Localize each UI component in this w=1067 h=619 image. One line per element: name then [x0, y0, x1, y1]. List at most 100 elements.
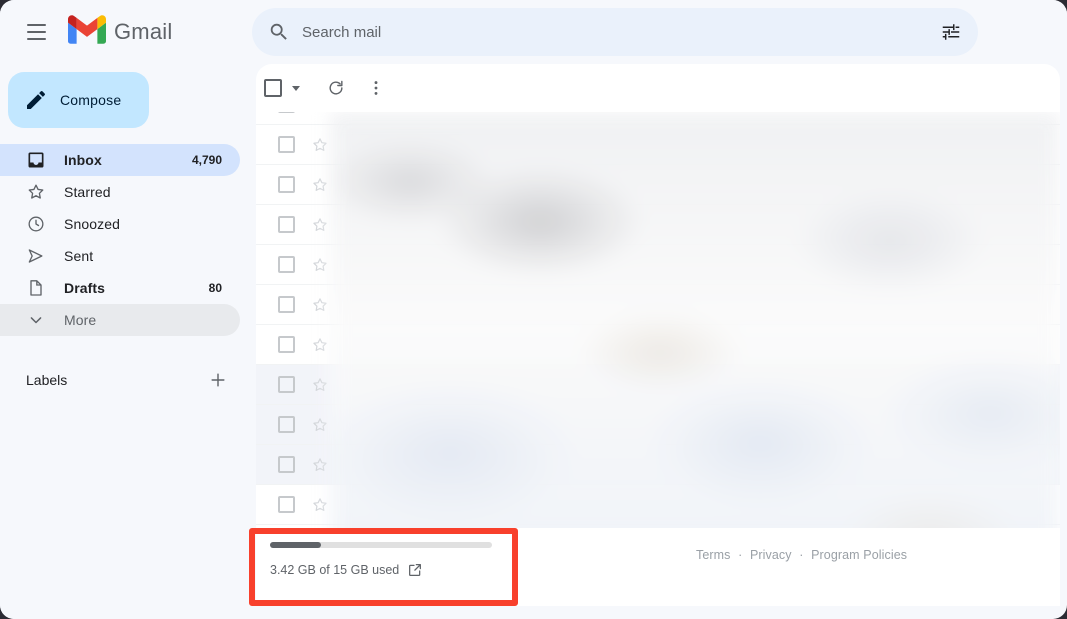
- checkbox-icon[interactable]: [278, 296, 295, 313]
- external-link-icon[interactable]: [407, 562, 423, 578]
- checkbox-icon[interactable]: [278, 376, 295, 393]
- drafts-count: 80: [208, 281, 222, 295]
- mail-row-content: [341, 405, 1060, 444]
- mail-row[interactable]: [256, 405, 1060, 445]
- mail-list-scroll-area[interactable]: [256, 112, 1060, 596]
- mail-row-content: [341, 365, 1060, 404]
- send-icon: [26, 246, 46, 266]
- checkbox-icon[interactable]: [278, 112, 295, 113]
- three-dot-menu-icon[interactable]: [358, 70, 394, 106]
- separator: ·: [799, 548, 804, 562]
- storage-usage[interactable]: 3.42 GB of 15 GB used: [270, 542, 500, 578]
- mail-row[interactable]: [256, 125, 1060, 165]
- storage-progress-fill: [270, 542, 321, 548]
- mail-row-content: [341, 125, 1060, 164]
- checkbox-icon[interactable]: [278, 336, 295, 353]
- mail-row[interactable]: [256, 205, 1060, 245]
- star-outline-icon[interactable]: [311, 416, 329, 434]
- document-icon: [26, 278, 46, 298]
- mail-row[interactable]: [256, 485, 1060, 525]
- sidebar-nav: Inbox 4,790 Starred Snoozed Sent Drafts …: [0, 144, 248, 336]
- storage-usage-line: 3.42 GB of 15 GB used: [270, 562, 500, 578]
- search-icon: [268, 21, 290, 43]
- compose-button[interactable]: Compose: [8, 72, 149, 128]
- clock-icon: [26, 214, 46, 234]
- star-outline-icon[interactable]: [311, 336, 329, 354]
- inbox-count: 4,790: [191, 153, 222, 167]
- app-title: Gmail: [114, 19, 173, 44]
- inbox-icon: [26, 150, 46, 170]
- star-outline-icon[interactable]: [311, 376, 329, 394]
- privacy-link[interactable]: Privacy: [750, 548, 792, 562]
- mail-row[interactable]: [256, 112, 1060, 125]
- mail-row-content: [341, 165, 1060, 204]
- sidebar-item-inbox[interactable]: Inbox 4,790: [0, 144, 240, 176]
- checkbox-icon: [264, 79, 282, 97]
- checkbox-icon[interactable]: [278, 256, 295, 273]
- footer: 3.42 GB of 15 GB used Terms · Privacy · …: [256, 528, 1060, 606]
- sidebar-item-snoozed[interactable]: Snoozed: [0, 208, 240, 240]
- mail-row[interactable]: [256, 245, 1060, 285]
- mail-row[interactable]: [256, 445, 1060, 485]
- mail-row-content: [341, 445, 1060, 484]
- checkbox-icon[interactable]: [278, 136, 295, 153]
- storage-usage-text: 3.42 GB of 15 GB used: [270, 563, 400, 577]
- gmail-brand[interactable]: Gmail: [68, 15, 172, 49]
- mail-row-content: [341, 245, 1060, 284]
- checkbox-icon[interactable]: [278, 216, 295, 233]
- refresh-icon[interactable]: [318, 70, 354, 106]
- search-input[interactable]: [302, 23, 940, 41]
- checkbox-icon[interactable]: [278, 456, 295, 473]
- star-outline-icon[interactable]: [311, 496, 329, 514]
- separator: ·: [738, 548, 743, 562]
- storage-progress-track: [270, 542, 492, 548]
- sidebar-item-drafts[interactable]: Drafts 80: [0, 272, 240, 304]
- sidebar: Compose Inbox 4,790 Starred Snoozed Sent…: [0, 64, 248, 619]
- mail-row[interactable]: [256, 165, 1060, 205]
- mail-list: [256, 112, 1060, 525]
- mail-row-content: [341, 485, 1060, 524]
- gmail-logo-icon: [68, 15, 106, 49]
- sidebar-item-label: More: [64, 312, 97, 328]
- mail-row-content: [341, 325, 1060, 364]
- pencil-icon: [24, 88, 48, 112]
- star-outline-icon[interactable]: [311, 216, 329, 234]
- gmail-app-window: Gmail Compose: [0, 0, 1067, 619]
- labels-title: Labels: [26, 372, 68, 388]
- chevron-down-icon[interactable]: [292, 85, 300, 91]
- star-outline-icon[interactable]: [311, 296, 329, 314]
- checkbox-icon[interactable]: [278, 416, 295, 433]
- mail-list-panel: [256, 64, 1060, 596]
- sidebar-item-label: Snoozed: [64, 216, 120, 232]
- mail-row-content: [341, 112, 1060, 124]
- mail-row-content: [341, 205, 1060, 244]
- plus-icon[interactable]: [208, 370, 228, 390]
- compose-label: Compose: [60, 92, 122, 108]
- labels-section-header: Labels: [0, 364, 248, 396]
- select-all-checkbox[interactable]: [264, 79, 300, 97]
- search-bar[interactable]: [252, 8, 978, 56]
- checkbox-icon[interactable]: [278, 496, 295, 513]
- checkbox-icon[interactable]: [278, 176, 295, 193]
- sidebar-item-label: Inbox: [64, 152, 102, 168]
- terms-link[interactable]: Terms: [696, 548, 731, 562]
- sidebar-item-label: Drafts: [64, 280, 106, 296]
- hamburger-menu-icon[interactable]: [16, 12, 56, 52]
- star-outline-icon[interactable]: [311, 136, 329, 154]
- mail-row-content: [341, 285, 1060, 324]
- star-outline-icon[interactable]: [311, 112, 329, 114]
- star-icon: [26, 182, 46, 202]
- sidebar-item-starred[interactable]: Starred: [0, 176, 240, 208]
- tune-options-icon[interactable]: [940, 21, 962, 43]
- program-policies-link[interactable]: Program Policies: [811, 548, 907, 562]
- chevron-down-icon: [26, 310, 46, 330]
- sidebar-item-sent[interactable]: Sent: [0, 240, 240, 272]
- star-outline-icon[interactable]: [311, 256, 329, 274]
- sidebar-item-more[interactable]: More: [0, 304, 240, 336]
- star-outline-icon[interactable]: [311, 176, 329, 194]
- mail-row[interactable]: [256, 325, 1060, 365]
- mail-row[interactable]: [256, 365, 1060, 405]
- star-outline-icon[interactable]: [311, 456, 329, 474]
- mail-row[interactable]: [256, 285, 1060, 325]
- mail-toolbar: [256, 64, 1060, 112]
